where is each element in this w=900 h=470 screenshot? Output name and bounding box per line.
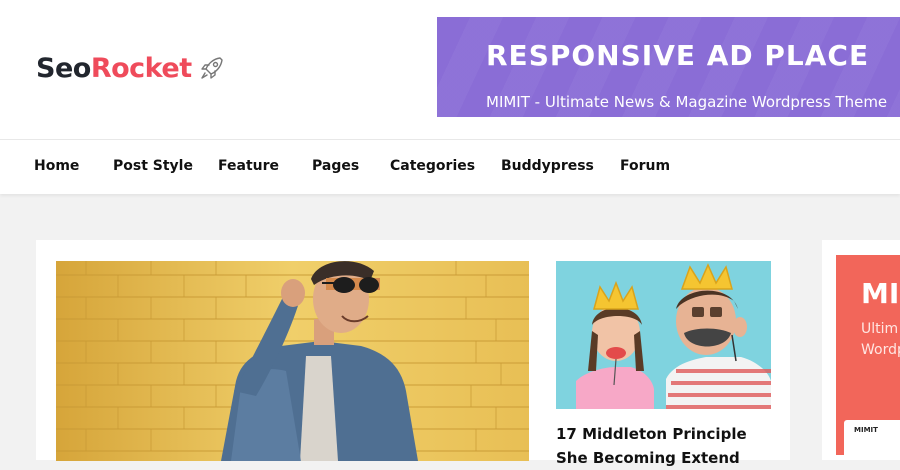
nav-item-home[interactable]: Home [34,158,79,174]
ad-banner[interactable]: RESPONSIVE AD PLACE MIMIT - Ultimate New… [437,17,900,117]
main-nav: Home Post Style Feature Pages Categories… [0,140,900,194]
site-header: Seo Rocket RESPONSIVE AD PLACE MIMIT - Ul… [0,0,900,140]
nav-item-feature[interactable]: Feature [218,158,279,174]
promo-title: MI [861,277,900,310]
nav-item-pages[interactable]: Pages [312,158,359,174]
nav-item-post-style[interactable]: Post Style [113,158,193,174]
nav-item-categories[interactable]: Categories [390,158,475,174]
post-title-link[interactable]: 17 Middleton Principle She Becoming Exte… [556,422,781,470]
ad-title: RESPONSIVE AD PLACE [486,39,870,72]
thumbnail-photo [556,261,771,409]
promo-line-1: Ultim [861,321,899,337]
promo-line-2: Wordp [861,342,900,358]
promo-subtitle: Ultim Wordp [861,319,900,361]
nav-item-buddypress[interactable]: Buddypress [501,158,594,174]
hero-photo [56,261,529,461]
post-thumbnail[interactable] [556,261,771,409]
logo-seo-text: Seo [36,52,91,84]
site-logo[interactable]: Seo Rocket [36,50,226,86]
nav-item-forum[interactable]: Forum [620,158,670,174]
ad-subtitle: MIMIT - Ultimate News & Magazine Wordpre… [486,93,888,111]
hero-image[interactable] [56,261,529,461]
logo-rocket-text: Rocket [90,52,192,84]
rocket-icon [200,57,223,79]
sidebar-promo-banner[interactable]: MI Ultim Wordp MIMIT [836,255,900,455]
promo-screenshot-label: MIMIT [854,426,878,434]
